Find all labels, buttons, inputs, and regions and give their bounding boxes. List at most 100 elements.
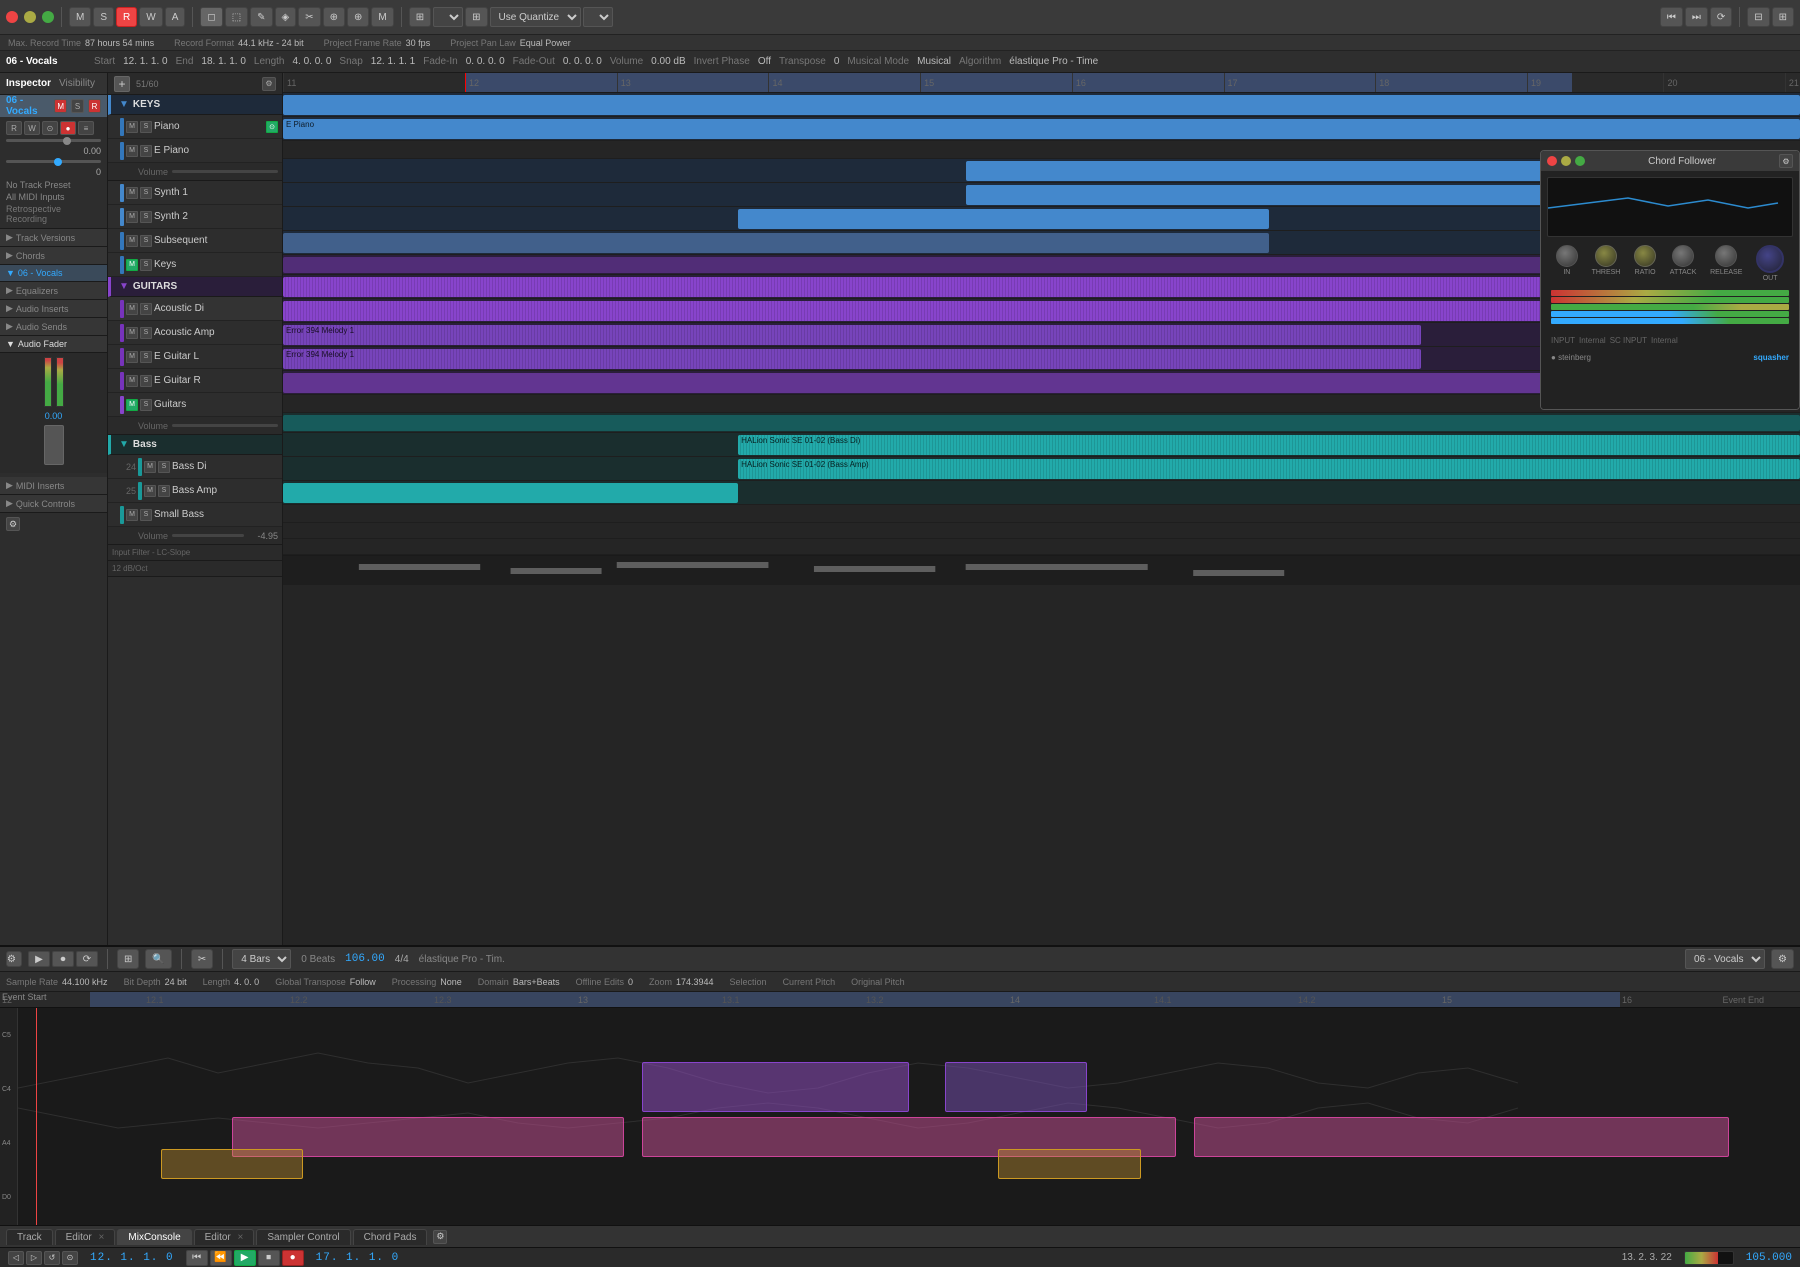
status-btn-4[interactable]: ⊙: [62, 1251, 78, 1265]
loop-btn[interactable]: ⟳: [1710, 7, 1732, 27]
small-bass-vol-slider[interactable]: [172, 534, 244, 537]
r-button[interactable]: R: [116, 7, 137, 27]
lane-btn[interactable]: ≡: [78, 121, 94, 135]
status-btn-1[interactable]: ◁: [8, 1251, 24, 1265]
eguitar-r-solo[interactable]: S: [140, 375, 152, 387]
snap-button[interactable]: ⊞: [409, 7, 431, 27]
bottom-zoom-in-btn[interactable]: 🔍: [145, 949, 171, 969]
bottom-clip-orange-1[interactable]: [161, 1149, 304, 1179]
inspector-record[interactable]: R: [88, 99, 101, 113]
track-header-bass-di[interactable]: 24 M S Bass Di: [108, 455, 282, 479]
track-header-acoustic-amp[interactable]: M S Acoustic Amp: [108, 321, 282, 345]
track-header-small-bass[interactable]: M S Small Bass: [108, 503, 282, 527]
bottom-more-btn[interactable]: ⚙: [1771, 949, 1794, 969]
epiano-solo[interactable]: S: [140, 145, 152, 157]
grid-select[interactable]: Grid: [433, 7, 463, 27]
bottom-settings-btn[interactable]: ⚙: [6, 951, 22, 967]
piano-solo[interactable]: S: [140, 121, 152, 133]
piano-clip[interactable]: [283, 95, 1800, 115]
subsequent-clip[interactable]: [738, 209, 1269, 229]
w-button[interactable]: W: [139, 7, 162, 27]
bass-di-mute[interactable]: M: [144, 461, 156, 473]
eguitar-l-clip[interactable]: Error 394 Melody 1: [283, 325, 1421, 345]
plugin-knob-4[interactable]: [1672, 245, 1694, 267]
bottom-editor[interactable]: 12 12.1 12.2 12.3 13 13.1 13.2 14 14.1 1…: [0, 992, 1800, 1225]
inspector-solo[interactable]: S: [71, 99, 84, 113]
epiano-vol-slider[interactable]: [172, 170, 278, 173]
inspector-inserts[interactable]: ▶ Audio Inserts: [0, 300, 107, 318]
piano-lane[interactable]: [283, 93, 1800, 117]
bass-di-solo[interactable]: S: [158, 461, 170, 473]
acoustic-di-mute[interactable]: M: [126, 303, 138, 315]
track-header-guitars[interactable]: M S Guitars: [108, 393, 282, 417]
status-rew-btn[interactable]: ⏪: [210, 1250, 232, 1266]
small-bass-solo[interactable]: S: [140, 509, 152, 521]
inspector-vocals-section[interactable]: ▼ 06 - Vocals: [0, 265, 107, 282]
bottom-play-btn[interactable]: ▶: [28, 951, 50, 967]
track-header-synth2[interactable]: M S Synth 2: [108, 205, 282, 229]
keys-clip[interactable]: [283, 233, 1269, 253]
plugin-titlebar[interactable]: Chord Follower ⚙: [1541, 151, 1799, 171]
acoustic-amp-solo[interactable]: S: [140, 327, 152, 339]
piano-mute[interactable]: M: [126, 121, 138, 133]
piano-monitor[interactable]: ⊙: [266, 121, 278, 133]
close-btn[interactable]: [6, 11, 18, 23]
track-header-bass-amp[interactable]: 25 M S Bass Amp: [108, 479, 282, 503]
inspector-fader-section[interactable]: ▼ Audio Fader: [0, 336, 107, 353]
range-tool[interactable]: ⬚: [225, 7, 248, 27]
acoustic-di-solo[interactable]: S: [140, 303, 152, 315]
track-header-eguitar-l[interactable]: M S E Guitar L: [108, 345, 282, 369]
volume-knob[interactable]: [63, 137, 71, 145]
eguitar-r-mute[interactable]: M: [126, 375, 138, 387]
inspector-chords[interactable]: ▶ Chords: [0, 247, 107, 265]
epiano-clip[interactable]: E Piano: [283, 119, 1800, 139]
tab-editor-2-close[interactable]: ×: [238, 1232, 244, 1243]
plugin-settings[interactable]: ⚙: [1779, 154, 1793, 168]
settings-btn[interactable]: ⚙: [262, 77, 276, 91]
eguitar-r-clip[interactable]: Error 394 Melody 1: [283, 349, 1421, 369]
bottom-clip-orange-2[interactable]: [998, 1149, 1141, 1179]
s-button[interactable]: S: [93, 7, 114, 27]
bottom-record-btn[interactable]: ⏺: [52, 951, 74, 967]
track-header-synth1[interactable]: M S Synth 1: [108, 181, 282, 205]
quantize-button[interactable]: ⊞: [465, 7, 487, 27]
bottom-clip-purple-2[interactable]: [945, 1062, 1088, 1112]
plugin-maximize[interactable]: [1575, 156, 1585, 166]
inspector-btn[interactable]: ⊞: [1772, 7, 1794, 27]
bass-amp-lane[interactable]: HALion Sonic SE 01-02 (Bass Amp): [283, 457, 1800, 481]
maximize-btn[interactable]: [42, 11, 54, 23]
bass-di-clip[interactable]: HALion Sonic SE 01-02 (Bass Di): [738, 435, 1800, 455]
synth2-solo[interactable]: S: [140, 211, 152, 223]
write-btn[interactable]: W: [24, 121, 40, 135]
inspector-quick-controls[interactable]: ▶ Quick Controls: [0, 495, 107, 513]
synth2-mute[interactable]: M: [126, 211, 138, 223]
eguitar-l-mute[interactable]: M: [126, 351, 138, 363]
minimize-btn[interactable]: [24, 11, 36, 23]
track-header-eguitar-r[interactable]: M S E Guitar R: [108, 369, 282, 393]
inspector-equalizers[interactable]: ▶ Equalizers: [0, 282, 107, 300]
acoustic-amp-mute[interactable]: M: [126, 327, 138, 339]
volume-slider[interactable]: [6, 139, 101, 142]
status-prev-btn[interactable]: ⏮: [186, 1250, 208, 1266]
status-btn-3[interactable]: ↺: [44, 1251, 60, 1265]
select-tool[interactable]: ◻: [200, 7, 222, 27]
split-tool[interactable]: ✂: [298, 7, 320, 27]
small-bass-lane[interactable]: [283, 481, 1800, 505]
midi-input[interactable]: All MIDI Inputs: [6, 192, 101, 202]
track-group-bass[interactable]: ▼ Bass: [108, 435, 282, 455]
track-header-keys[interactable]: M S Keys: [108, 253, 282, 277]
visibility-tab[interactable]: Visibility: [59, 78, 95, 89]
subsequent-mute[interactable]: M: [126, 235, 138, 247]
mute-tool[interactable]: M: [371, 7, 393, 27]
inspector-midi-inserts[interactable]: ▶ MIDI Inserts: [0, 477, 107, 495]
bottom-clip-purple-1[interactable]: [642, 1062, 909, 1112]
rec-enable-btn[interactable]: ●: [60, 121, 76, 135]
midi-lane[interactable]: [283, 555, 1800, 585]
rewind-btn[interactable]: ⏮: [1660, 7, 1683, 27]
inspector-track-name-header[interactable]: 06 - Vocals M S R: [0, 95, 107, 117]
tab-mixconsole[interactable]: MixConsole: [117, 1229, 191, 1245]
time-sig-select[interactable]: 4 Bars: [232, 949, 291, 969]
bass-di-lane[interactable]: HALion Sonic SE 01-02 (Bass Di): [283, 433, 1800, 457]
bass-group-clip[interactable]: [283, 415, 1800, 431]
add-track-button[interactable]: +: [114, 76, 130, 92]
